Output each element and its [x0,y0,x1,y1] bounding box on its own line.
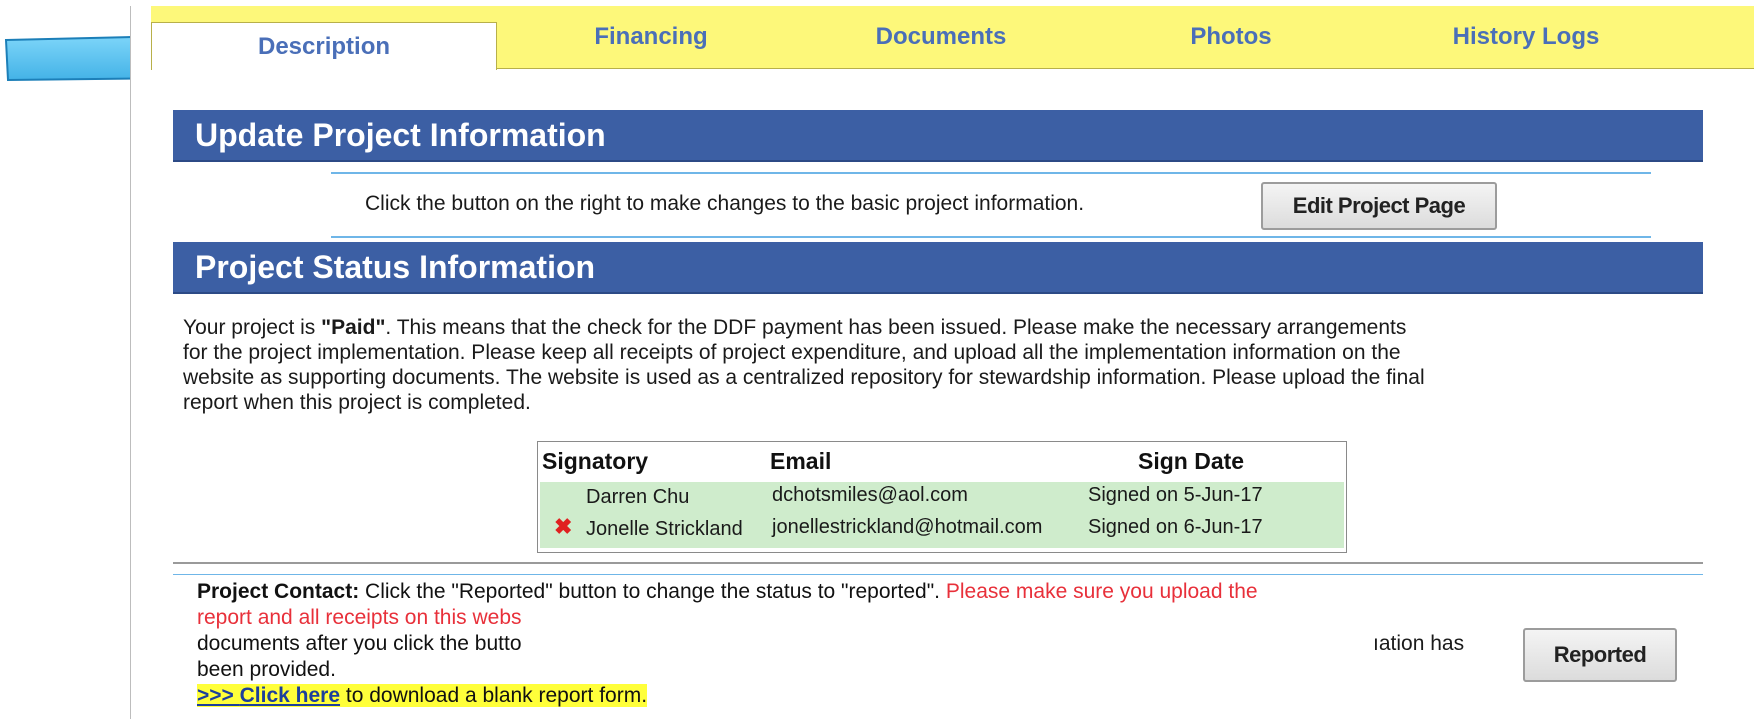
signatory-date: Signed on 6-Jun-17 [1088,516,1263,538]
divider [173,574,1703,575]
tab-history-logs[interactable]: History Logs [1376,6,1676,68]
tab-bar: Description Financing Documents Photos H… [151,6,1754,70]
status-line: report when this project is completed. [183,391,531,414]
link-prefix: >>> [197,684,240,707]
update-project-header: Update Project Information [173,110,1703,162]
tab-photos[interactable]: Photos [1081,6,1381,68]
signatory-email: dchotsmiles@aol.com [772,484,968,506]
signatory-rows: Darren Chu dchotsmiles@aol.com Signed on… [540,482,1344,548]
status-line: for the project implementation. Please k… [183,341,1401,364]
tab-financing[interactable]: Financing [501,6,801,68]
download-report-highlight: >>> Click here to download a blank repor… [197,684,648,707]
status-line: website as supporting documents. The web… [183,366,1425,389]
status-description: Your project is "Paid". This means that … [183,315,1754,415]
contact-line: been provided. [197,658,336,681]
column-header-email: Email [770,448,832,474]
status-value: "Paid" [321,316,386,339]
contact-line: Project Contact: Click the "Reported" bu… [197,580,1258,604]
contact-line-fragment: ıation has [1373,632,1465,655]
project-status-header: Project Status Information [173,242,1703,294]
update-instruction: Click the button on the right to make ch… [365,192,1085,215]
edit-project-page-button[interactable]: Edit Project Page [1261,182,1497,230]
signatory-name: Darren Chu [586,486,690,508]
signatory-table: Signatory Email Sign Date Darren Chu dch… [537,441,1347,553]
section-title: Update Project Information [195,116,606,153]
signatory-email: jonellestrickland@hotmail.com [772,516,1043,538]
divider [331,236,1651,238]
link-rest: to download a blank report form. [340,684,648,707]
reported-button[interactable]: Reported [1523,628,1677,682]
tab-description[interactable]: Description [151,22,497,70]
download-report-link[interactable]: Click here [240,684,340,707]
status-rest: . This means that the check for the DDF … [385,316,1407,339]
section-title: Project Status Information [195,248,596,285]
tab-documents[interactable]: Documents [791,6,1091,68]
column-header-signatory: Signatory [542,448,649,474]
project-panel: Description Financing Documents Photos H… [130,6,1754,719]
divider [331,172,1651,174]
contact-text: Click the "Reported" button to change th… [359,580,946,603]
divider [173,562,1703,564]
status-prefix: Your project is [183,316,322,339]
status-line: Your project is "Paid". This means that … [183,315,1754,340]
download-report-line: >>> Click here to download a blank repor… [197,684,648,708]
contact-label: Project Contact: [197,580,360,603]
contact-line: documents after you click the butto [197,632,522,655]
red-x-icon[interactable]: ✖ [554,514,572,540]
column-header-sign-date: Sign Date [1138,448,1245,474]
signatory-date: Signed on 5-Jun-17 [1088,484,1263,506]
contact-warning: Please make sure you upload the [945,580,1258,603]
contact-warning: report and all receipts on this webs [197,606,522,629]
signatory-name: Jonelle Strickland [586,518,743,540]
